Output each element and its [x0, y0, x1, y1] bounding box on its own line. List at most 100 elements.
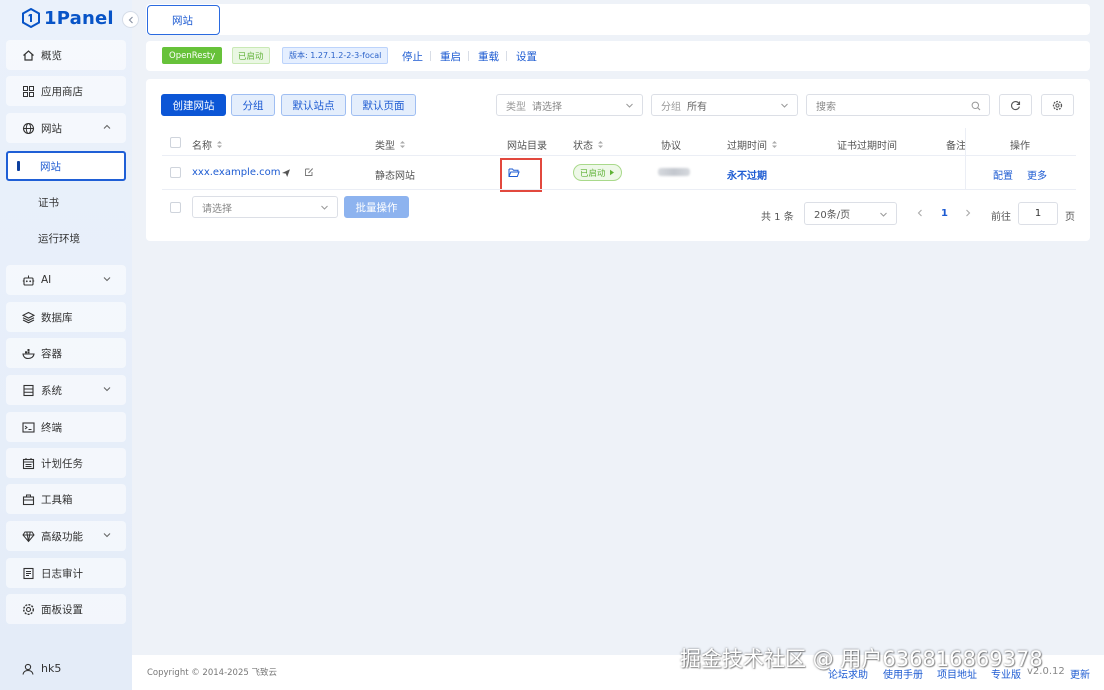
sort-icon: [772, 141, 777, 148]
chevron-down-icon: [103, 533, 111, 538]
column-header-label: 备注: [946, 141, 965, 152]
column-header-remark: 备注: [946, 137, 965, 152]
sidebar-item-label: 网站: [40, 160, 61, 173]
app-name-tag: OpenResty: [162, 47, 223, 64]
search-input[interactable]: 搜索: [806, 94, 990, 116]
sidebar-item-toolbox[interactable]: 工具箱: [6, 484, 126, 514]
sidebar-item-log-audit[interactable]: 日志审计: [6, 558, 126, 588]
sidebar-item-app-store[interactable]: 应用商店: [6, 76, 126, 106]
column-header-dir: 网站目录: [507, 137, 547, 152]
sidebar-item-label: 数据库: [41, 311, 73, 324]
column-header-type[interactable]: 类型: [375, 137, 406, 152]
grid-icon: [22, 85, 35, 98]
tab-website[interactable]: 网站: [147, 5, 220, 35]
app-state-tag: 已启动: [232, 47, 270, 64]
calendar-icon: [22, 457, 35, 470]
group-button[interactable]: 分组: [231, 94, 275, 116]
select-all-checkbox[interactable]: [170, 137, 181, 148]
chevron-down-icon: [103, 387, 111, 392]
restart-button[interactable]: 重启: [440, 49, 461, 64]
prev-page-icon[interactable]: [916, 209, 924, 217]
goto-label: 前往: [991, 212, 1011, 223]
edit-icon[interactable]: [304, 167, 314, 177]
column-header-label: 过期时间: [727, 141, 767, 152]
user-menu[interactable]: hk5: [22, 662, 61, 675]
search-placeholder: 搜索: [816, 101, 836, 113]
status-badge-label: 已启动: [580, 168, 606, 179]
batch-operation-button[interactable]: 批量操作: [344, 196, 409, 218]
chevron-down-icon: [626, 103, 633, 108]
sidebar-item-container[interactable]: 容器: [6, 338, 126, 368]
send-icon[interactable]: [281, 168, 291, 178]
app-settings-button[interactable]: 设置: [516, 49, 537, 64]
chevron-left-icon: [128, 16, 133, 23]
chevron-down-icon: [781, 103, 788, 108]
sidebar-item-label: 日志审计: [41, 567, 83, 580]
collapse-sidebar-button[interactable]: [122, 11, 139, 28]
website-name-link[interactable]: xxx.example.com: [192, 167, 281, 178]
sidebar-item-label: 系统: [41, 384, 62, 397]
chevron-down-icon: [880, 212, 887, 217]
home-icon: [22, 49, 35, 62]
create-website-button[interactable]: 创建网站: [161, 94, 226, 116]
update-link[interactable]: 更新: [1070, 666, 1090, 681]
sidebar-item-runtime[interactable]: 运行环境: [6, 223, 126, 253]
column-header-label: 类型: [375, 141, 395, 152]
type-filter-label: 类型: [506, 101, 526, 113]
goto-page-input[interactable]: 1: [1018, 202, 1058, 225]
sidebar-item-system[interactable]: 系统: [6, 375, 126, 405]
sidebar-item-settings[interactable]: 面板设置: [6, 594, 126, 624]
sidebar-item-certificate[interactable]: 证书: [6, 187, 126, 217]
column-header-label: 名称: [192, 141, 212, 152]
table-settings-button[interactable]: [1041, 94, 1074, 116]
robot-icon: [22, 274, 35, 287]
1panel-logo-icon: [22, 8, 40, 28]
divider: [468, 51, 469, 61]
config-button[interactable]: 配置: [993, 167, 1013, 182]
docker-icon: [22, 347, 35, 360]
page-size-select[interactable]: 20条/页: [804, 202, 897, 225]
column-header-expire[interactable]: 过期时间: [727, 137, 778, 152]
gear-icon: [1052, 100, 1063, 110]
batch-select-checkbox[interactable]: [170, 202, 181, 213]
sidebar-item-ai[interactable]: AI: [6, 265, 126, 295]
divider: [430, 51, 431, 61]
column-header-status[interactable]: 状态: [573, 137, 604, 152]
column-header-label: 协议: [661, 141, 681, 152]
sidebar-item-overview[interactable]: 概览: [6, 40, 126, 70]
status-badge[interactable]: 已启动: [573, 164, 622, 181]
stop-button[interactable]: 停止: [402, 49, 423, 64]
default-site-button[interactable]: 默认站点: [281, 94, 346, 116]
group-filter-select[interactable]: 分组 所有: [651, 94, 798, 116]
refresh-icon: [1010, 100, 1021, 110]
sidebar-item-website[interactable]: 网站: [6, 151, 126, 181]
sidebar-item-advanced[interactable]: 高级功能: [6, 521, 126, 551]
default-page-button[interactable]: 默认页面: [351, 94, 416, 116]
type-filter-select[interactable]: 类型 请选择: [496, 94, 643, 116]
current-page[interactable]: 1: [941, 208, 948, 219]
watermark: 掘金技术社区 @ 用户636816869378: [680, 647, 1043, 671]
page-unit-label: 页: [1065, 212, 1075, 223]
reload-button[interactable]: 重载: [478, 49, 499, 64]
chevron-down-icon: [321, 205, 328, 210]
column-header-name[interactable]: 名称: [192, 137, 223, 152]
next-page-icon[interactable]: [964, 209, 972, 217]
sidebar-item-label: 网站: [41, 122, 62, 135]
tab-label: 网站: [172, 14, 193, 27]
terminal-icon: [22, 421, 35, 434]
server-icon: [22, 384, 35, 397]
log-icon: [22, 567, 35, 580]
sidebar-item-database[interactable]: 数据库: [6, 302, 126, 332]
logo[interactable]: 1Panel: [22, 7, 114, 29]
sidebar-item-label: 容器: [41, 347, 62, 360]
more-button[interactable]: 更多: [1027, 167, 1047, 182]
sidebar-item-website-group[interactable]: 网站: [6, 113, 126, 143]
row-checkbox[interactable]: [170, 167, 181, 178]
batch-operation-select[interactable]: 请选择: [192, 196, 338, 218]
sidebar-item-terminal[interactable]: 终端: [6, 412, 126, 442]
expire-value-link[interactable]: 永不过期: [727, 167, 767, 182]
refresh-button[interactable]: [999, 94, 1032, 116]
active-indicator: [17, 161, 20, 171]
sidebar-item-cron[interactable]: 计划任务: [6, 448, 126, 478]
sidebar-item-label: 证书: [38, 196, 59, 209]
